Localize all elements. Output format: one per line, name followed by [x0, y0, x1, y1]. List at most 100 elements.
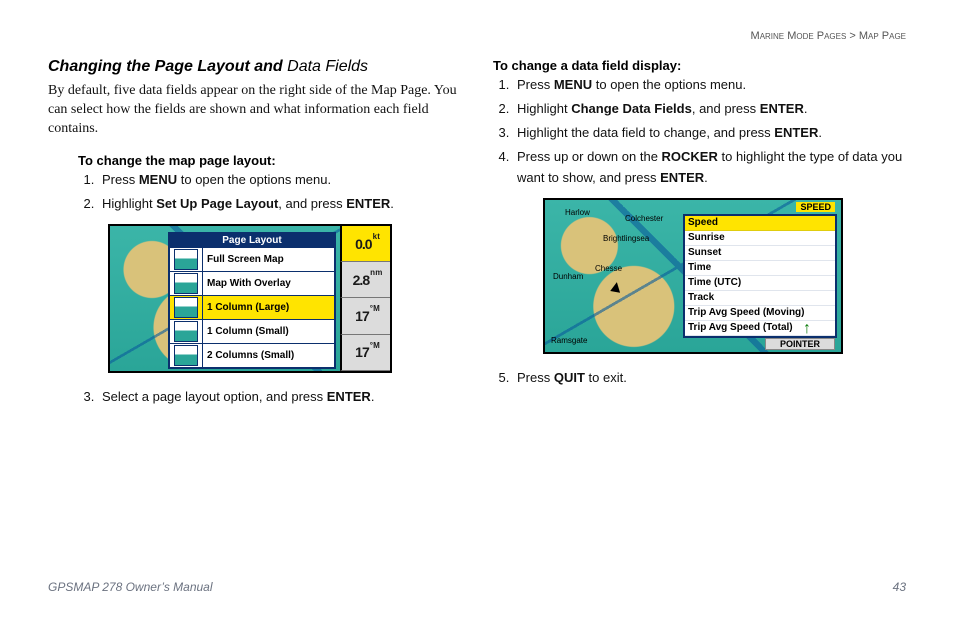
t: . — [390, 196, 394, 211]
t: . — [371, 389, 375, 404]
t: Press — [517, 77, 554, 92]
menu-row-3: 1 Column (Small) — [170, 319, 334, 343]
popup-title: Page Layout — [170, 234, 334, 247]
t: . — [804, 101, 808, 116]
kw-enter: ENTER — [346, 196, 390, 211]
map-label: Chesse — [595, 264, 622, 273]
steps-change-data-field: Press MENU to open the options menu. Hig… — [493, 75, 906, 188]
menu-row-0: Full Screen Map — [170, 247, 334, 271]
menu-row-1: Map With Overlay — [170, 271, 334, 295]
breadcrumb-section: Marine Mode Pages — [751, 30, 847, 42]
breadcrumb-sep: > — [846, 30, 859, 42]
t: to exit. — [585, 370, 627, 385]
label: Map With Overlay — [207, 278, 291, 289]
map-label: Colchester — [625, 214, 663, 223]
data-cell-3: 17° M — [340, 335, 392, 371]
step-3: Select a page layout option, and press E… — [98, 387, 461, 407]
page-number: 43 — [893, 580, 906, 594]
layout-thumb-icon — [174, 273, 198, 294]
title-part-2: Page Layout and — [155, 58, 283, 75]
u: k t — [373, 232, 379, 241]
kw-menu: MENU — [554, 77, 592, 92]
layout-thumb-icon — [174, 249, 198, 270]
kw-enter: ENTER — [327, 389, 371, 404]
r-step-4: Press up or down on the ROCKER to highli… — [513, 147, 906, 187]
menu-row-4: 2 Columns (Small) — [170, 343, 334, 367]
boat-icon — [610, 281, 622, 293]
t: Press — [102, 172, 139, 187]
t: , and press — [278, 196, 346, 211]
kw-quit: QUIT — [554, 370, 585, 385]
data-cell-1: 2.8n m — [340, 262, 392, 298]
layout-thumb-icon — [174, 345, 198, 366]
left-column: Changing the Page Layout and Data Fields… — [48, 58, 461, 417]
v: 17 — [355, 344, 369, 360]
steps-change-data-field-cont: Press QUIT to exit. — [493, 368, 906, 388]
subheading-change-layout: To change the map page layout: — [78, 153, 461, 168]
right-column: To change a data field display: Press ME… — [493, 58, 906, 417]
v: 17 — [355, 308, 369, 324]
drow-0-selected: Speed — [685, 216, 835, 231]
t: Highlight — [102, 196, 156, 211]
kw-enter: ENTER — [660, 170, 704, 185]
steps-change-layout: Press MENU to open the options menu. Hig… — [78, 170, 461, 214]
label: 1 Column (Small) — [207, 326, 289, 337]
arrow-up-icon: ↑ — [803, 320, 811, 338]
kw-enter: ENTER — [774, 125, 818, 140]
title-part-3: Data Fields — [283, 58, 368, 75]
field-header-speed: SPEED — [796, 202, 835, 212]
label: Full Screen Map — [207, 254, 284, 265]
data-fields-column: 0.0k t 2.8n m 17° M 17° M — [340, 226, 392, 371]
intro-paragraph: By default, five data fields appear on t… — [48, 82, 461, 139]
t: Highlight — [517, 101, 571, 116]
menu-row-2-selected: 1 Column (Large) — [170, 295, 334, 319]
kw-rocker: ROCKER — [662, 149, 718, 164]
map-label: Ramsgate — [551, 336, 587, 345]
figure-data-fields: Harlow Colchester Brightlingsea Dunham C… — [543, 198, 843, 354]
title-part-1: Changing the — [48, 58, 155, 75]
breadcrumb-page: Map Page — [859, 30, 906, 42]
breadcrumb: Marine Mode Pages > Map Page — [751, 30, 906, 42]
t: . — [818, 125, 822, 140]
map-label: Harlow — [565, 208, 590, 217]
map-label: Brightlingsea — [603, 234, 649, 243]
u: ° M — [370, 304, 379, 313]
layout-thumb-icon — [174, 321, 198, 342]
u: ° M — [370, 341, 379, 350]
kw-change-data-fields: Change Data Fields — [571, 101, 692, 116]
page-footer: GPSMAP 278 Owner’s Manual 43 — [48, 580, 906, 594]
drow-1: Sunrise — [685, 231, 835, 246]
label: 1 Column (Large) — [207, 302, 289, 313]
t: . — [704, 170, 708, 185]
t: Select a page layout option, and press — [102, 389, 327, 404]
t: , and press — [692, 101, 760, 116]
step-2: Highlight Set Up Page Layout, and press … — [98, 194, 461, 214]
v: 2.8 — [353, 272, 369, 288]
t: to open the options menu. — [177, 172, 331, 187]
map-label: Dunham — [553, 272, 583, 281]
r-step-1: Press MENU to open the options menu. — [513, 75, 906, 95]
data-cell-0: 0.0k t — [340, 226, 392, 262]
layout-thumb-icon — [174, 297, 198, 318]
data-cell-2: 17° M — [340, 298, 392, 334]
r-step-3: Highlight the data field to change, and … — [513, 123, 906, 143]
r-step-5: Press QUIT to exit. — [513, 368, 906, 388]
page-layout-popup: Page Layout Full Screen Map Map With Ove… — [168, 232, 336, 369]
t: Press up or down on the — [517, 149, 662, 164]
u: n m — [370, 268, 381, 277]
drow-3: Time — [685, 261, 835, 276]
kw-setup-page-layout: Set Up Page Layout — [156, 196, 278, 211]
t: Press — [517, 370, 554, 385]
figure-page-layout: 0.0k t 2.8n m 17° M 17° M Page Layout Fu… — [108, 224, 392, 373]
kw-menu: MENU — [139, 172, 177, 187]
footer-title: GPSMAP 278 Owner’s Manual — [48, 580, 213, 594]
section-title: Changing the Page Layout and Data Fields — [48, 58, 461, 76]
v: 0.0 — [355, 236, 371, 252]
kw-enter: ENTER — [760, 101, 804, 116]
drow-6: Trip Avg Speed (Moving) — [685, 306, 835, 321]
r-step-2: Highlight Change Data Fields, and press … — [513, 99, 906, 119]
drow-7: Trip Avg Speed (Total) — [685, 321, 835, 336]
drow-4: Time (UTC) — [685, 276, 835, 291]
subheading-change-data-field: To change a data field display: — [493, 58, 906, 73]
label: 2 Columns (Small) — [207, 350, 294, 361]
